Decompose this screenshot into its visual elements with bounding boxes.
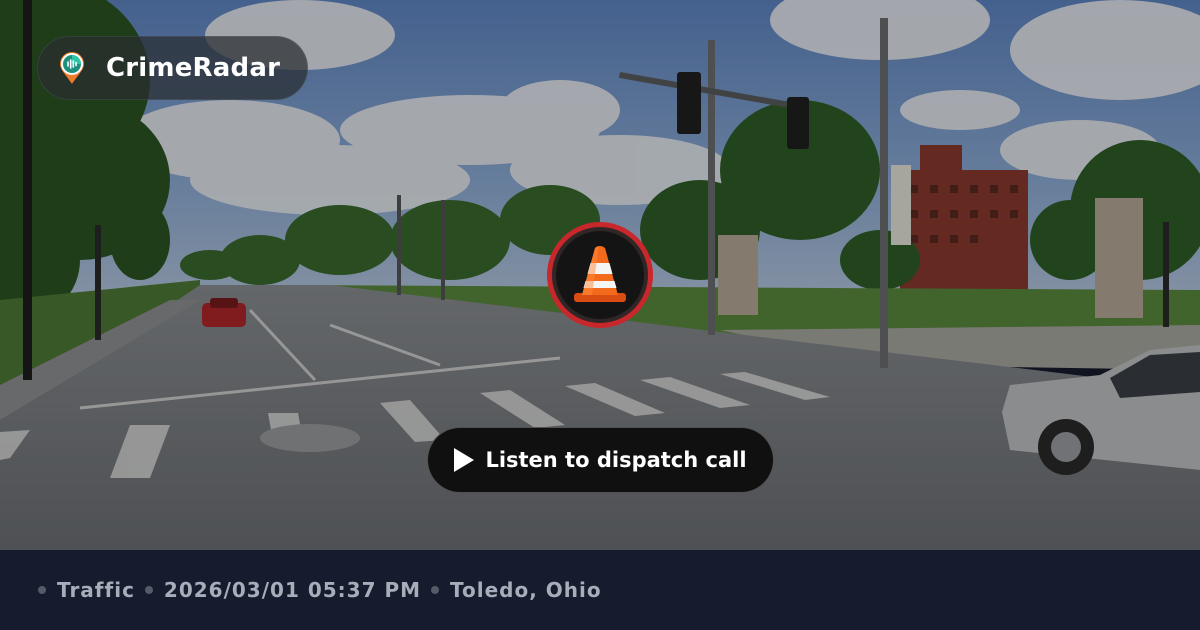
meta-category: Traffic — [38, 578, 135, 602]
location-text: Toledo, Ohio — [450, 578, 602, 602]
listen-dispatch-label: Listen to dispatch call — [485, 448, 747, 472]
radar-pin-icon — [57, 51, 87, 85]
meta-datetime: 2026/03/01 05:37 PM — [144, 578, 422, 602]
listen-dispatch-button[interactable]: Listen to dispatch call — [427, 427, 774, 493]
incident-meta-bar: Traffic 2026/03/01 05:37 PM Toledo, Ohio — [0, 550, 1200, 630]
brand-name: CrimeRadar — [106, 53, 281, 83]
separator-dot — [38, 586, 46, 594]
category-text: Traffic — [57, 578, 135, 602]
datetime-text: 2026/03/01 05:37 PM — [163, 578, 422, 602]
incident-card: CrimeRadar Listen to dispatch call Traff… — [0, 0, 1200, 630]
separator-dot — [431, 586, 440, 594]
meta-location: Toledo, Ohio — [431, 578, 602, 602]
separator-dot — [144, 586, 153, 594]
brand-badge[interactable]: CrimeRadar — [37, 36, 308, 100]
play-icon — [454, 448, 475, 472]
traffic-cone-icon — [574, 246, 626, 302]
incident-type-badge — [547, 222, 653, 328]
